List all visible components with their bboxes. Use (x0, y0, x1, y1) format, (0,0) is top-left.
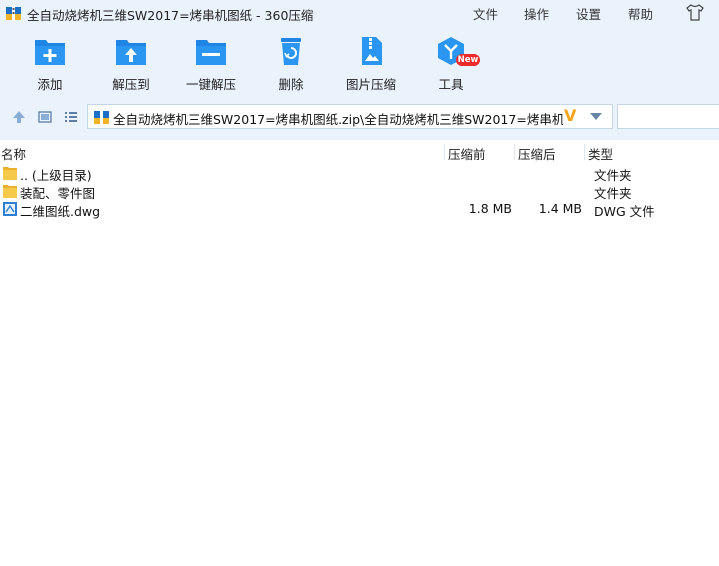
add-label: 添加 (37, 77, 63, 92)
file-size-before: 1.8 MB (468, 201, 512, 216)
address-path: 全自动烧烤机三维SW2017=烤串机图纸.zip\全自动烧烤机三维SW2017=… (113, 112, 563, 127)
menu-settings[interactable]: 设置 (576, 4, 601, 23)
toolbar: 添加 解压到 一键解压 删除 图片压缩 工具 New (0, 26, 719, 98)
dwg-file-icon (3, 202, 17, 216)
delete-label: 删除 (278, 77, 304, 92)
title-bar: 全自动烧烤机三维SW2017=烤串机图纸 - 360压缩 文件 操作 设置 帮助 (0, 0, 719, 26)
search-input[interactable] (617, 104, 719, 129)
add-button[interactable]: 添加 (10, 26, 90, 98)
table-row[interactable]: 二维图纸.dwg 1.8 MB 1.4 MB DWG 文件 (0, 200, 719, 219)
folder-icon (3, 185, 17, 198)
recycle-delete-icon (281, 38, 301, 65)
file-list: .. (上级目录) 文件夹 装配、零件图 文件夹 二维图纸.dwg 1.8 MB… (0, 164, 719, 219)
image-compress-button[interactable]: 图片压缩 (331, 26, 411, 98)
v-badge-icon: V (564, 106, 577, 125)
skin-shirt-icon[interactable] (686, 4, 704, 21)
extract-to-label: 解压到 (112, 77, 150, 92)
menu-help[interactable]: 帮助 (628, 4, 653, 23)
tools-label: 工具 (438, 77, 464, 92)
one-click-extract-icon (196, 40, 226, 65)
table-row[interactable]: .. (上级目录) 文件夹 (0, 164, 719, 183)
address-bar: 全自动烧烤机三维SW2017=烤串机图纸.zip\全自动烧烤机三维SW2017=… (0, 98, 719, 140)
address-dropdown-icon[interactable] (590, 113, 602, 120)
add-icon (35, 40, 65, 65)
menu-file[interactable]: 文件 (473, 4, 498, 23)
column-type[interactable]: 类型 (588, 144, 613, 163)
delete-button[interactable]: 删除 (251, 26, 331, 98)
file-type: DWG 文件 (594, 204, 655, 219)
list-view-icon[interactable] (64, 110, 78, 124)
file-name: 二维图纸.dwg (20, 204, 101, 219)
column-separator[interactable] (584, 144, 585, 160)
column-before[interactable]: 压缩前 (448, 144, 486, 163)
column-separator[interactable] (444, 144, 445, 160)
menu-operate[interactable]: 操作 (524, 4, 549, 23)
up-arrow-icon[interactable] (12, 110, 26, 124)
address-field[interactable]: 全自动烧烤机三维SW2017=烤串机图纸.zip\全自动烧烤机三维SW2017=… (87, 104, 613, 129)
thumbnail-view-icon[interactable] (38, 110, 52, 124)
zip-file-icon (94, 109, 109, 125)
column-separator[interactable] (514, 144, 515, 160)
file-size-after: 1.4 MB (538, 201, 582, 216)
image-compress-label: 图片压缩 (345, 77, 396, 92)
image-compress-icon (362, 37, 382, 65)
file-list-header: 名称 压缩前 压缩后 类型 (0, 142, 719, 162)
extract-to-button[interactable]: 解压到 (91, 26, 171, 98)
one-click-extract-label: 一键解压 (185, 77, 236, 92)
folder-icon (3, 167, 17, 180)
new-badge: New (456, 54, 480, 66)
column-after[interactable]: 压缩后 (518, 144, 556, 163)
window-title: 全自动烧烤机三维SW2017=烤串机图纸 - 360压缩 (27, 8, 314, 23)
app-logo-icon (6, 5, 21, 21)
extract-icon (116, 40, 146, 65)
column-name[interactable]: 名称 (1, 144, 26, 163)
table-row[interactable]: 装配、零件图 文件夹 (0, 182, 719, 201)
one-click-extract-button[interactable]: 一键解压 (171, 26, 251, 98)
